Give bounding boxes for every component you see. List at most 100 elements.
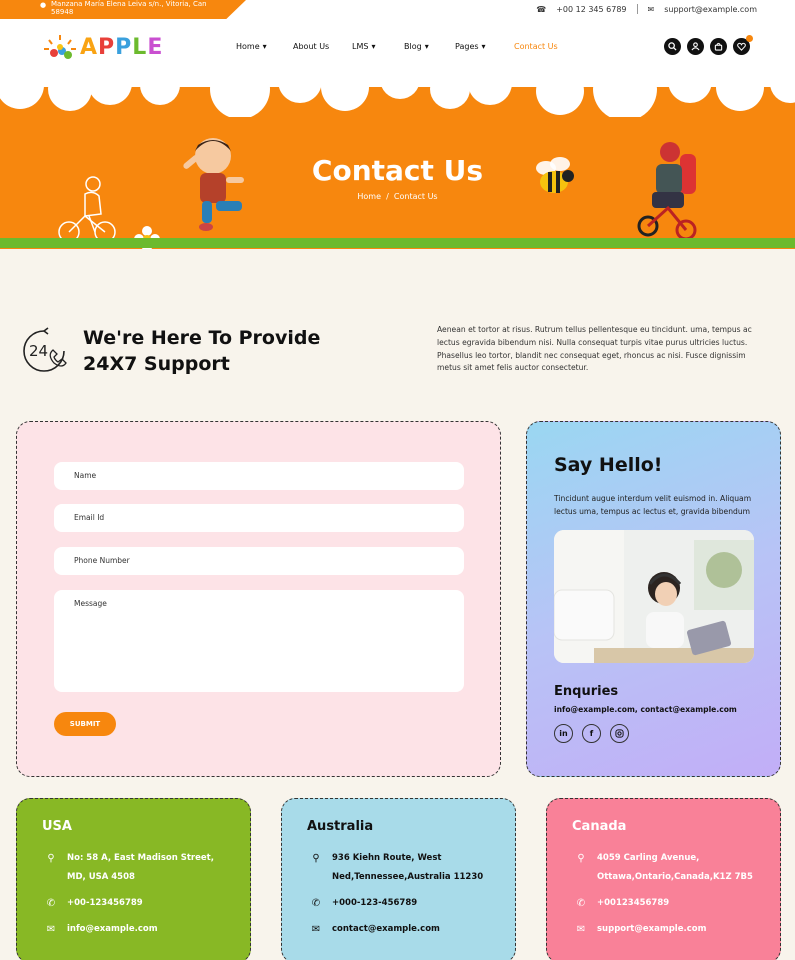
email-text[interactable]: support@example.com [597,920,762,939]
support-title: We're Here To Provide 24X7 Support [83,325,320,377]
phone-icon: ✆ [576,898,586,909]
email-field[interactable]: Email Id [54,504,464,532]
address-text: 936 Kiehn Route, West Ned,Tennessee,Aust… [332,853,484,882]
office-address: ⚲ No: 58 A, East Madison Street, MD, USA… [45,849,232,887]
name-field[interactable]: Name [54,462,464,490]
chevron-down-icon: ▾ [481,42,486,51]
say-hello-description: Tincidunt augue interdum velit euismod i… [554,494,752,516]
user-icon[interactable] [687,38,704,55]
contact-form: Name Email Id Phone Number Message SUBMI… [16,421,501,777]
mail-icon: ✉ [576,924,586,935]
submit-button[interactable]: SUBMIT [54,712,116,736]
top-bar: ● Manzana María Elena Leiva s/n., Vitori… [0,0,795,19]
breadcrumb-current: Contact Us [393,192,438,201]
support-24-icon: 24 [18,325,70,381]
mail-icon: ✉ [311,924,321,935]
email-text[interactable]: contact@example.com [332,920,497,939]
breadcrumb: Home / Contact Us [0,192,795,201]
facebook-icon[interactable]: f [582,724,601,743]
phone-text[interactable]: +00123456789 [597,894,762,913]
office-country: Canada [572,819,627,834]
kid-rocket-bike-illustration [637,142,697,241]
chevron-down-icon: ▾ [424,42,429,51]
top-phone[interactable]: +00 12 345 6789 [556,5,626,14]
office-card-canada: Canada ⚲ 4059 Carling Avenue, Ottawa,Ont… [546,798,781,960]
page-banner: Contact Us Home / Contact Us [0,79,795,249]
phone-text[interactable]: +000-123-456789 [332,894,497,913]
student-photo [554,530,754,663]
say-hello-title: Say Hello! [554,454,663,476]
location-pin-icon: ⚲ [47,853,55,864]
address-text: 4059 Carling Avenue, Ottawa,Ontario,Cana… [597,853,753,882]
top-contact: ☎ +00 12 345 6789 ✉ support@example.com [536,4,757,14]
search-icon[interactable] [664,38,681,55]
phone-text[interactable]: +00-123456789 [67,894,232,913]
chevron-down-icon: ▾ [262,42,267,51]
social-links: in f [554,724,629,743]
svg-text:24: 24 [29,342,48,360]
chevron-down-icon: ▾ [371,42,376,51]
cart-icon[interactable] [710,38,727,55]
support-title-line1: We're Here To Provide [83,327,321,349]
site-logo[interactable]: APPLE [40,33,162,63]
support-title-line2: 24X7 Support [83,353,230,375]
phone-field[interactable]: Phone Number [54,547,464,575]
logo-sun-icon [44,35,76,59]
nav-item-pages[interactable]: Pages ▾ [455,42,514,51]
header-actions [664,35,753,55]
page-title: Contact Us [311,154,484,187]
office-address: ⚲ 4059 Carling Avenue, Ottawa,Ontario,Ca… [575,849,762,887]
email-text[interactable]: info@example.com [67,920,232,939]
nav-label: Contact Us [514,42,558,51]
say-hello-card: Say Hello! Tincidunt augue interdum veli… [526,421,781,777]
mail-icon: ✉ [647,4,655,14]
nav-item-lms[interactable]: LMS ▾ [352,42,404,51]
nav-item-contact[interactable]: Contact Us [514,42,558,51]
phone-icon: ✆ [311,898,321,909]
notification-dot [746,35,753,42]
office-country: USA [42,819,72,834]
grass-strip [0,238,795,248]
nav-label: About Us [293,42,330,51]
heart-icon[interactable] [733,35,753,55]
nav-label: LMS [352,42,369,51]
enquiries-title: Enquries [554,684,619,699]
nav-label: Home [236,42,260,51]
message-field[interactable]: Message [54,590,464,692]
instagram-icon[interactable] [610,724,629,743]
main-nav: Home ▾ About Us LMS ▾ Blog ▾ Pages ▾ Con… [236,42,558,51]
office-phone: ✆ +00123456789 [575,894,762,913]
support-description: Aenean et tortor at risus. Rutrum tellus… [437,325,752,373]
address-text: No: 58 A, East Madison Street, MD, USA 4… [67,853,214,882]
phone-icon: ☎ [536,4,547,14]
enquiries-emails[interactable]: info@example.com, contact@example.com [554,705,737,714]
nav-label: Blog [404,42,422,51]
divider [636,4,638,14]
office-phone: ✆ +00-123456789 [45,894,232,913]
mail-icon: ✉ [46,924,56,935]
office-email: ✉ support@example.com [575,920,762,939]
phone-icon: ✆ [46,898,56,909]
breadcrumb-home[interactable]: Home [357,192,381,201]
address-text: Manzana María Elena Leiva s/n., Vitoria,… [51,0,207,16]
breadcrumb-separator: / [386,192,389,201]
nav-item-home[interactable]: Home ▾ [236,42,293,51]
office-email: ✉ contact@example.com [310,920,497,939]
top-email[interactable]: support@example.com [664,5,757,14]
location-pin-icon: ● [40,1,47,9]
office-email: ✉ info@example.com [45,920,232,939]
nav-item-about[interactable]: About Us [293,42,352,51]
logo-text: APPLE [80,35,164,60]
linkedin-icon[interactable]: in [554,724,573,743]
address-strip: ● Manzana María Elena Leiva s/n., Vitori… [0,0,246,19]
office-card-australia: Australia ⚲ 936 Kiehn Route, West Ned,Te… [281,798,516,960]
site-header: APPLE Home ▾ About Us LMS ▾ Blog ▾ Pages… [0,19,795,79]
location-pin-icon: ⚲ [577,853,585,864]
nav-item-blog[interactable]: Blog ▾ [404,42,455,51]
office-country: Australia [307,819,374,834]
cloud-decoration [0,79,795,117]
location-pin-icon: ⚲ [312,853,320,864]
nav-label: Pages [455,42,479,51]
office-phone: ✆ +000-123-456789 [310,894,497,913]
office-address: ⚲ 936 Kiehn Route, West Ned,Tennessee,Au… [310,849,497,887]
